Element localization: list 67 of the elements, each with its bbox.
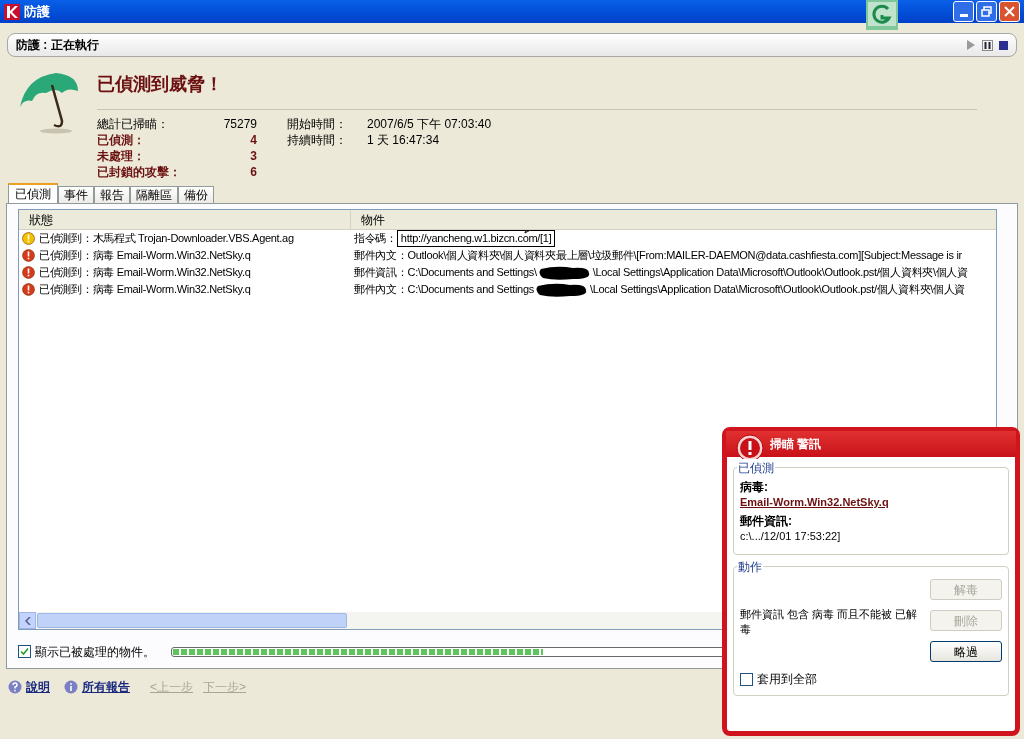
stat-value: 1 天 16:47:34 <box>367 132 440 148</box>
footer-link[interactable]: 說明 <box>26 678 50 696</box>
stat-label: 持續時間： <box>287 132 348 148</box>
caret-icon <box>24 616 31 625</box>
status-cell-text: 已偵測到：病毒 Email-Worm.Win32.NetSky.q <box>39 265 251 281</box>
help-icon <box>8 680 22 694</box>
alert-icon <box>22 283 35 296</box>
scroll-left-button[interactable] <box>19 612 36 629</box>
highlighted-url: http://yancheng.w1.bizcn.com/[1] <box>396 230 556 247</box>
play-icon[interactable] <box>966 40 976 50</box>
restore-button[interactable] <box>976 1 997 22</box>
field-label: 病毒: <box>740 480 769 495</box>
column-header[interactable]: 物件 <box>351 210 996 229</box>
stat-value: 4 <box>250 132 257 148</box>
object-text: 指令碼： <box>354 231 397 247</box>
stat-label: 開始時間： <box>287 116 348 132</box>
status-cell-text: 已偵測到：木馬程式 Trojan-Downloader.VBS.Agent.ag <box>39 231 294 247</box>
warning-icon <box>22 232 35 245</box>
minimize-button[interactable] <box>953 1 974 22</box>
pause-icon[interactable] <box>982 39 993 51</box>
field-label: 郵件資訊: <box>740 514 793 529</box>
column-header[interactable]: 狀態 <box>19 210 351 229</box>
object-text: 郵件內文：C:\Documents and Settings <box>354 282 534 298</box>
scrollbar-thumb[interactable] <box>37 613 347 628</box>
popup-title: 掃瞄 警訊 <box>770 436 822 453</box>
app-logo-icon <box>4 3 20 20</box>
action-message: 郵件資訊 包含 病毒 而且不能被 已解毒 <box>740 607 919 637</box>
tab[interactable]: 備份 <box>178 186 214 203</box>
stat-label: 未處理： <box>97 148 145 164</box>
spiral-icon <box>866 0 898 30</box>
alert-icon <box>22 266 35 279</box>
stat-value: 75279 <box>223 116 257 132</box>
footer-link[interactable]: 所有報告 <box>82 678 130 696</box>
alert-icon <box>22 249 35 262</box>
object-text: \Local Settings\Application Data\Microsoft\Outlook\Outlook.pst/個人資料夾\個人資 <box>589 282 966 298</box>
stat-label: 已偵測： <box>97 132 145 148</box>
object-text: 郵件內文：Outlook\個人資料夾\個人資料夾最上層\垃圾郵件\[From:MAILER-DAEMON@data.cashfiesta.com][Subject:Message is ir <box>354 248 962 264</box>
group-label: 已偵測 <box>737 459 775 477</box>
stat-value: 3 <box>250 148 257 164</box>
stat-value: 6 <box>250 164 257 180</box>
status-cell-text: 已偵測到：病毒 Email-Worm.Win32.NetSky.q <box>39 248 251 264</box>
show-processed-checkbox[interactable] <box>18 645 31 658</box>
stat-value: 2007/6/5 下午 07:03:40 <box>367 116 492 132</box>
tab[interactable]: 已偵測 <box>8 183 58 203</box>
stop-icon[interactable] <box>999 40 1008 50</box>
window-title: 防護 <box>24 2 50 21</box>
stat-label: 已封鎖的攻擊： <box>97 164 181 180</box>
info-icon <box>64 680 78 694</box>
status-text: 防護 : 正在執行 <box>16 37 99 54</box>
tab[interactable]: 隔離區 <box>130 186 178 203</box>
object-text: \Local Settings\Application Data\Microsoft\Outlook\Outlook.pst/個人資料夾\個人資 <box>592 265 968 281</box>
group-label: 動作 <box>737 558 763 576</box>
status-cell-text: 已偵測到：病毒 Email-Worm.Win32.NetSky.q <box>39 282 251 298</box>
apply-all-checkbox[interactable] <box>740 672 753 686</box>
threat-heading: 已偵測到威脅！ <box>97 73 224 96</box>
restore-icon <box>981 6 992 17</box>
tab[interactable]: 事件 <box>58 186 94 203</box>
close-button[interactable] <box>999 1 1020 22</box>
field-value: c:\.../12/01 17:53:22] <box>740 529 842 544</box>
virus-link[interactable]: Email-Worm.Win32.NetSky.q <box>740 495 1002 510</box>
tab[interactable]: 報告 <box>94 186 130 203</box>
object-text: 郵件資訊：C:\Documents and Settings\ <box>354 265 537 281</box>
close-icon <box>1004 6 1015 17</box>
checkbox-label: 顯示已被處理的物件。 <box>35 643 156 661</box>
stat-label: 總計已掃瞄： <box>97 116 169 132</box>
action-button[interactable]: 略過 <box>930 641 1002 662</box>
checkbox-label: 套用到全部 <box>757 671 817 688</box>
